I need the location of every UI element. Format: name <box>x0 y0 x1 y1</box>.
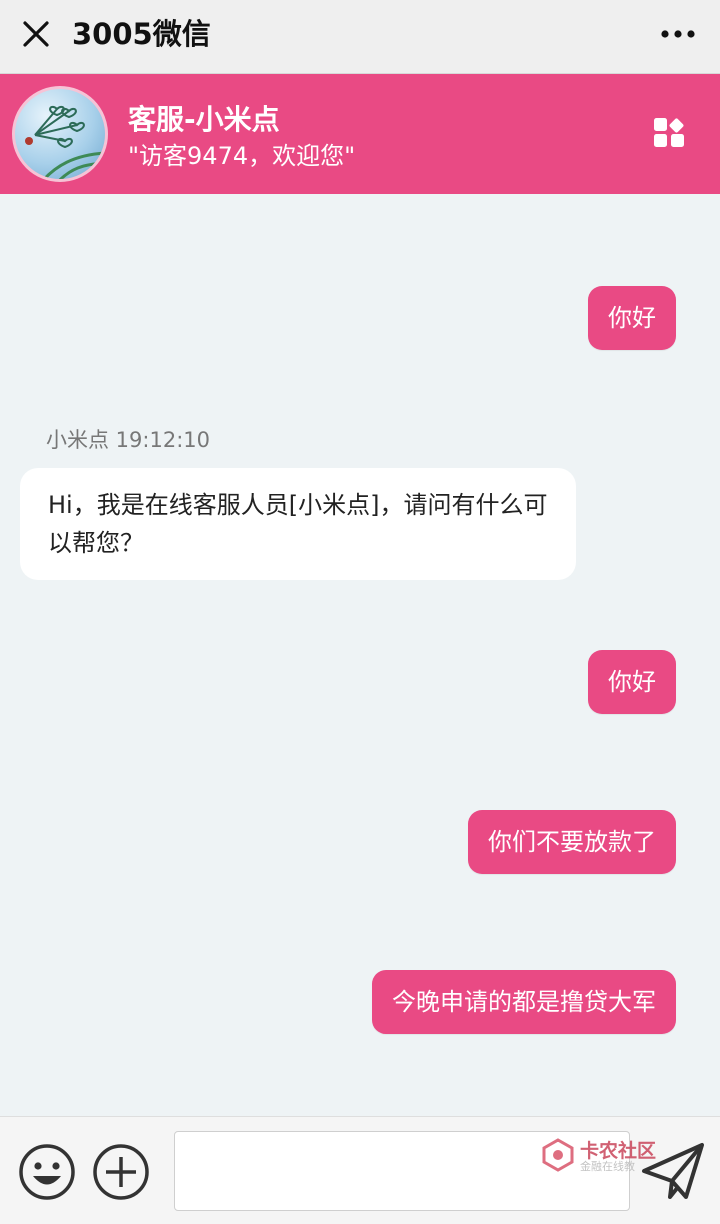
more-icon <box>661 30 695 38</box>
close-icon <box>23 21 49 47</box>
send-icon <box>642 1143 704 1199</box>
agent-message-meta: 小米点 19:12:10 <box>46 428 210 452</box>
close-button[interactable] <box>14 12 58 56</box>
agent-name: 客服-小米点 <box>128 103 280 136</box>
outgoing-message[interactable]: 你好 <box>588 286 676 350</box>
wechat-titlebar: 3005微信 <box>0 0 720 74</box>
app-grid-button[interactable] <box>652 114 688 150</box>
outgoing-message[interactable]: 你好 <box>588 650 676 714</box>
input-bar <box>0 1116 720 1224</box>
app-grid-icon <box>654 118 684 147</box>
agent-greeting: "访客9474，欢迎您" <box>128 142 356 170</box>
incoming-message[interactable]: Hi，我是在线客服人员[小米点]，请问有什么可以帮您？ <box>20 468 576 580</box>
emoji-icon <box>19 1144 75 1200</box>
emoji-button[interactable] <box>18 1143 76 1201</box>
avatar-dandelion-image <box>25 105 105 179</box>
chat-header: 客服-小米点 "访客9474，欢迎您" <box>0 74 720 194</box>
outgoing-message[interactable]: 你们不要放款了 <box>468 810 676 874</box>
plus-button[interactable] <box>92 1143 150 1201</box>
more-button[interactable] <box>654 12 702 56</box>
chat-area[interactable]: 你好 小米点 19:12:10 Hi，我是在线客服人员[小米点]，请问有什么可以… <box>0 194 720 1116</box>
message-input[interactable] <box>174 1131 630 1211</box>
send-button[interactable] <box>640 1141 706 1203</box>
app-title: 3005微信 <box>72 17 211 51</box>
agent-avatar[interactable] <box>12 86 108 182</box>
plus-icon <box>93 1144 149 1200</box>
outgoing-message[interactable]: 今晚申请的都是撸贷大军 <box>372 970 676 1034</box>
